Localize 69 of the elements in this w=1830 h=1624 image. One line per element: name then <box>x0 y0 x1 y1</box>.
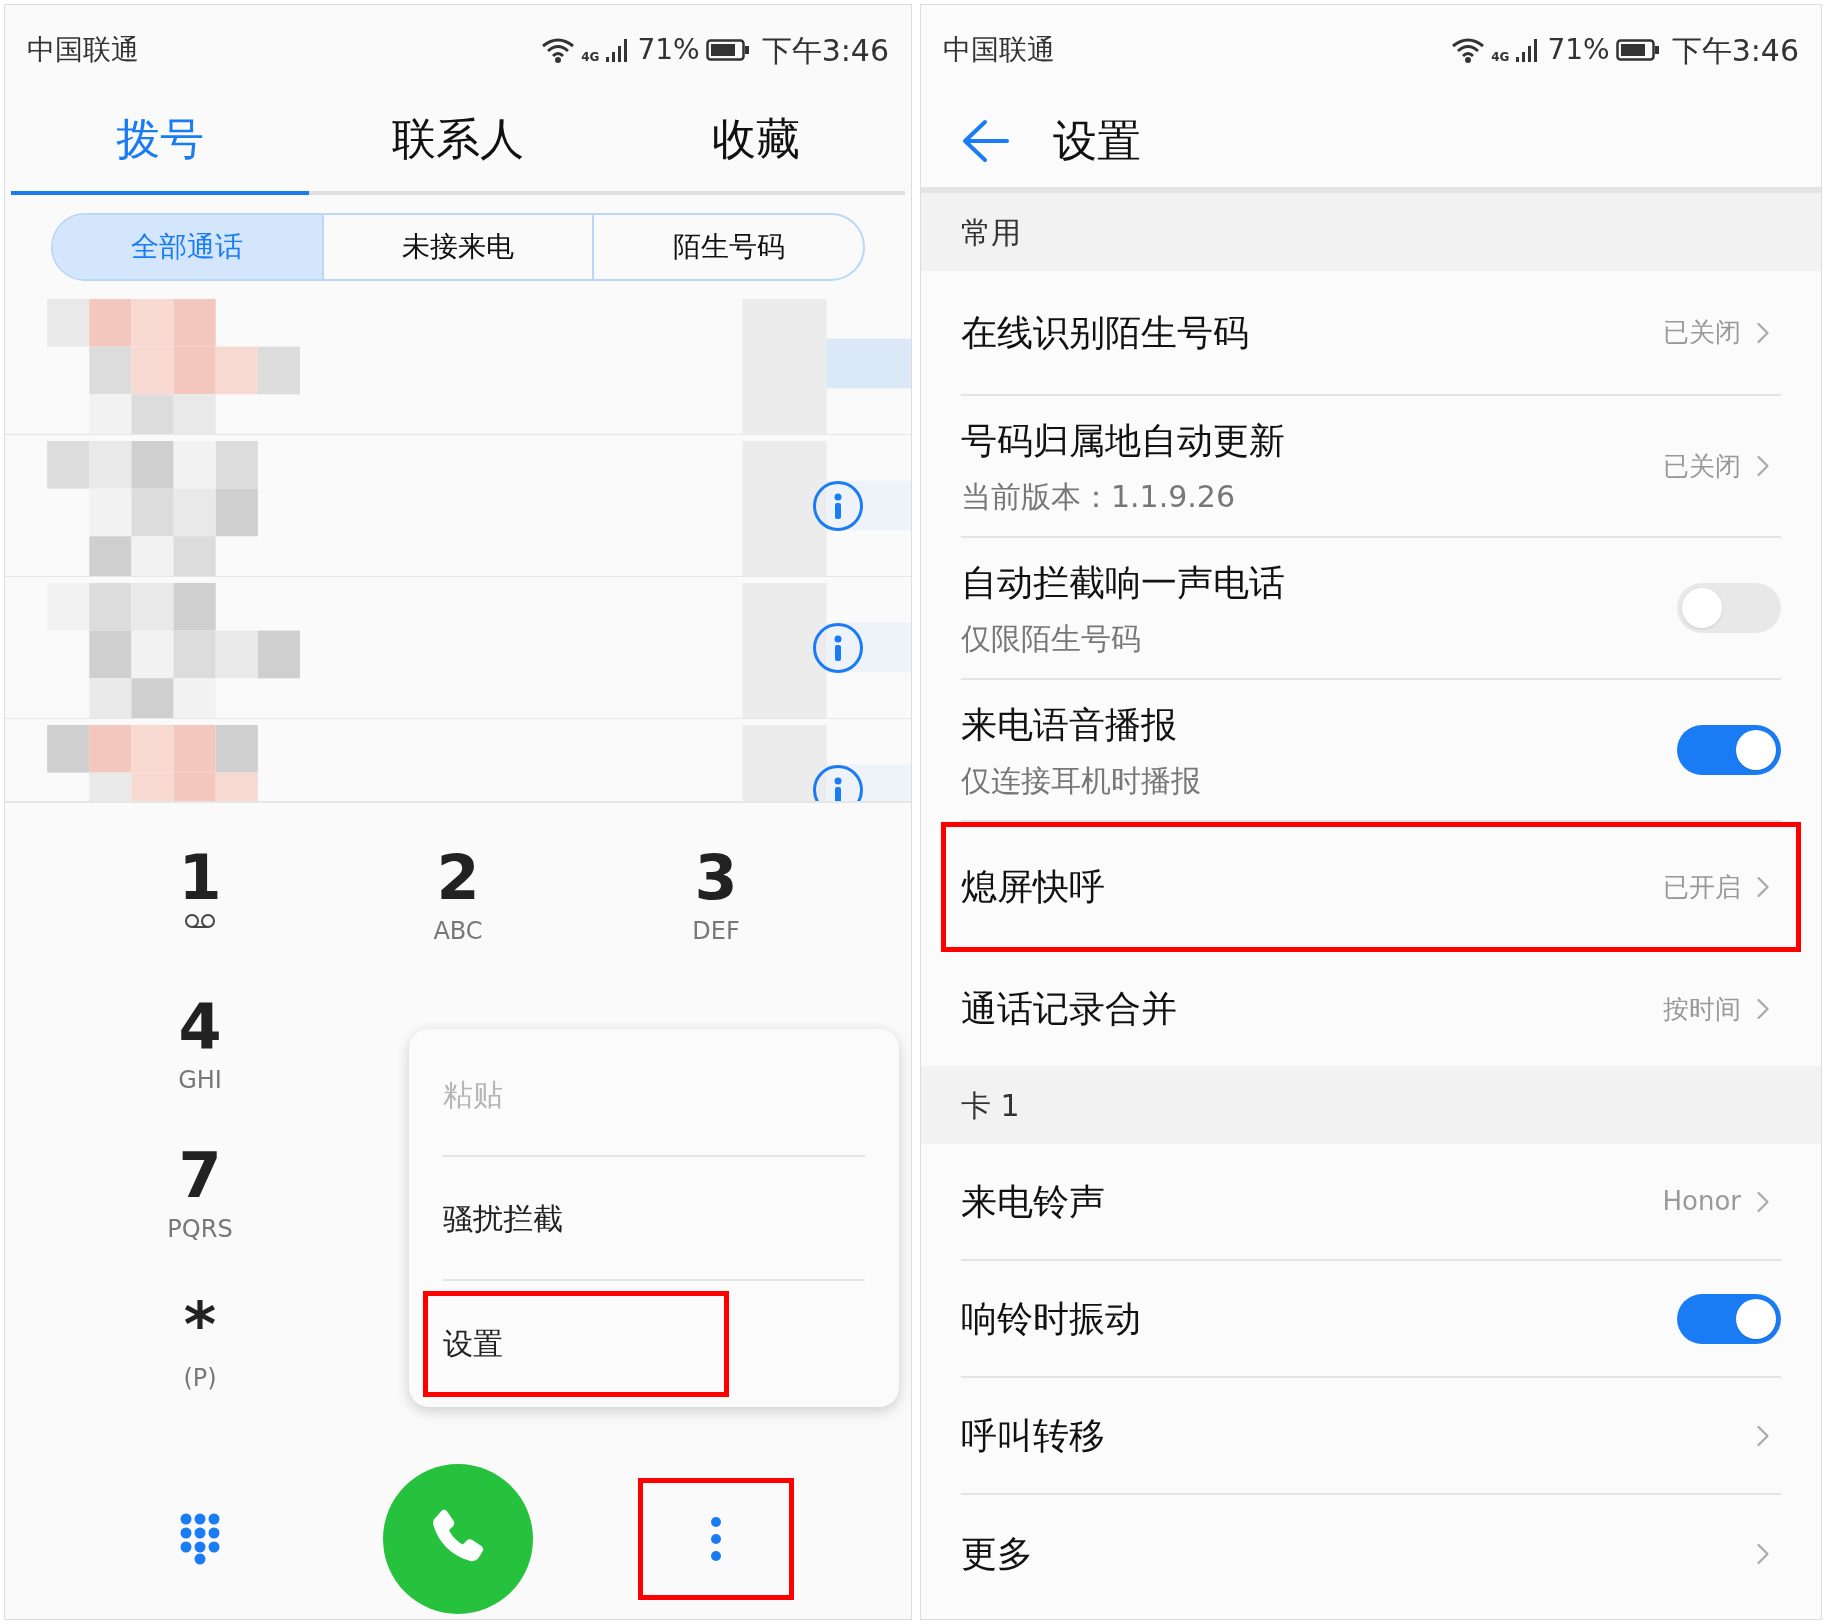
battery-percent: 71% <box>1547 32 1610 68</box>
menu-item[interactable]: 设置 <box>443 1320 503 1366</box>
tab[interactable]: 收藏 <box>607 95 905 195</box>
dial-key[interactable]: 1 <box>71 843 329 992</box>
more-icon <box>710 1516 722 1562</box>
back-arrow-icon <box>961 119 1009 163</box>
setting-value: 已关闭 <box>1663 316 1741 349</box>
setting-title: 来电语音播报 <box>961 702 1178 747</box>
setting-title: 熄屏快呼 <box>961 865 1105 909</box>
setting-title: 自动拦截响一声电话 <box>961 560 1285 605</box>
tab[interactable]: 拨号 <box>11 95 309 195</box>
setting-value: 按时间 <box>1663 992 1741 1026</box>
network-type: 4G <box>1491 48 1510 66</box>
toggle-switch[interactable] <box>1677 1293 1781 1344</box>
settings-row[interactable]: 响铃时振动 <box>961 1261 1781 1378</box>
filter-tab[interactable]: 陌生号码 <box>592 215 863 279</box>
section-header: 常用 <box>961 213 1021 252</box>
settings-row[interactable]: 来电铃声 Honor <box>961 1144 1781 1261</box>
settings-row[interactable]: 熄屏快呼 已开启 <box>941 822 1801 952</box>
carrier-name: 中国联通 <box>943 32 1055 68</box>
network-type: 4G <box>581 48 600 66</box>
battery-percent: 71% <box>637 32 700 68</box>
battery-icon <box>1615 38 1660 62</box>
setting-subtitle: 仅限陌生号码 <box>961 619 1142 658</box>
info-icon <box>834 777 842 801</box>
dial-key[interactable]: 4 GHI <box>71 992 329 1141</box>
setting-value: Honor <box>1662 1185 1741 1218</box>
setting-subtitle: 仅连接耳机时播报 <box>961 761 1201 800</box>
wifi-icon <box>1451 37 1486 63</box>
tab[interactable]: 联系人 <box>309 95 607 195</box>
filter-tab[interactable]: 未接来电 <box>321 215 593 279</box>
toggle-switch[interactable] <box>1677 725 1781 775</box>
back-button[interactable] <box>961 119 1009 163</box>
settings-row[interactable]: 更多 <box>961 1495 1781 1612</box>
dial-key[interactable]: 2 ABC <box>329 843 587 992</box>
settings-row[interactable]: 来电语音播报 仅连接耳机时播报 <box>961 680 1781 822</box>
setting-title: 响铃时振动 <box>961 1296 1141 1341</box>
dial-key[interactable]: 7 PQRS <box>71 1141 329 1290</box>
toggle-switch[interactable] <box>1677 583 1781 633</box>
menu-item[interactable]: 骚扰拦截 <box>443 1195 563 1241</box>
section-header: 卡 1 <box>961 1086 1020 1125</box>
setting-title: 号码归属地自动更新 <box>961 418 1285 463</box>
settings-row[interactable]: 呼叫转移 <box>961 1378 1781 1495</box>
more-button[interactable] <box>638 1478 794 1600</box>
wifi-icon <box>541 37 576 63</box>
battery-icon <box>705 38 750 62</box>
setting-title: 呼叫转移 <box>961 1413 1105 1458</box>
settings-row[interactable]: 在线识别陌生号码 已关闭 <box>961 271 1781 396</box>
info-icon <box>834 493 842 519</box>
settings-row[interactable]: 通话记录合并 按时间 <box>961 952 1781 1066</box>
dial-key[interactable]: 3 DEF <box>587 843 845 992</box>
voicemail-icon <box>184 913 216 929</box>
clock: 下午3:46 <box>1671 31 1799 70</box>
dialpad-icon <box>180 1513 220 1565</box>
setting-subtitle: 当前版本：1.1.9.26 <box>961 477 1237 516</box>
setting-value: 已关闭 <box>1663 449 1741 483</box>
settings-row[interactable]: 号码归属地自动更新 当前版本：1.1.9.26 已关闭 <box>961 396 1781 538</box>
page-title: 设置 <box>1053 114 1141 168</box>
info-button[interactable] <box>813 481 863 531</box>
dial-key[interactable]: * (P) <box>71 1290 329 1439</box>
info-button[interactable] <box>813 765 863 801</box>
setting-value: 已开启 <box>1663 870 1741 904</box>
carrier-name: 中国联通 <box>27 32 139 68</box>
clock: 下午3:46 <box>761 31 889 70</box>
setting-title: 更多 <box>961 1531 1033 1576</box>
setting-title: 在线识别陌生号码 <box>961 310 1249 355</box>
settings-row[interactable]: 自动拦截响一声电话 仅限陌生号码 <box>961 538 1781 680</box>
setting-title: 通话记录合并 <box>961 987 1177 1031</box>
setting-title: 来电铃声 <box>961 1179 1105 1224</box>
